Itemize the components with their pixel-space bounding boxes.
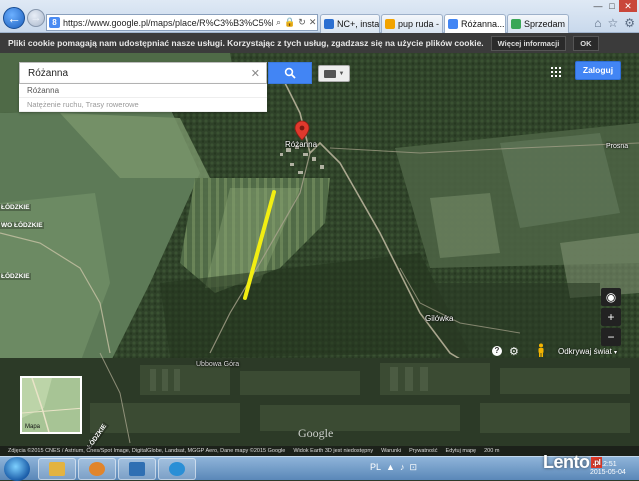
minimap-label: Mapa [25, 424, 41, 430]
suggestion-item[interactable]: Różanna [19, 84, 267, 98]
watermark-suffix: .pl [590, 457, 603, 468]
tab-pup-ruda[interactable]: pup ruda - ... [381, 14, 443, 33]
tab-rozanna[interactable]: Różanna... ✕ [444, 14, 506, 33]
settings-gear-icon[interactable]: ⚙ [509, 345, 519, 358]
chevron-down-icon: ▾ [614, 350, 618, 356]
gear-icon[interactable]: ⚙ [624, 16, 635, 30]
system-tray: PL ▲ ♪ ⊡ [370, 462, 417, 473]
imagery-credit: Zdjęcia ©2015 CNES / Astrium, Cnes/Spot … [8, 448, 286, 454]
google-favicon-icon: 8 [49, 17, 60, 28]
road-label: ŁÓDZKIE [0, 204, 31, 211]
satellite-map[interactable]: ✕ Różanna Natężenie ruchu, Trasy rowerow… [0, 53, 639, 456]
lock-icon: 🔒 [284, 17, 296, 27]
minimap[interactable]: Mapa [20, 376, 82, 434]
media-player-icon [89, 462, 105, 476]
keyboard-icon [323, 69, 336, 78]
location-icon: ◉ [605, 290, 617, 304]
home-icon[interactable]: ⌂ [594, 16, 601, 30]
refresh-icon[interactable]: ↻ [298, 17, 306, 28]
address-bar[interactable]: 8 https://www.google.pl/maps/place/R%C3%… [46, 14, 318, 31]
browser-tools: ⌂ ☆ ⚙ [594, 16, 635, 30]
town-label[interactable]: Różanna [285, 140, 317, 149]
folder-icon [49, 462, 65, 476]
back-button[interactable]: ← [3, 7, 25, 29]
search-input[interactable] [28, 67, 248, 79]
explore-world-button[interactable]: Odkrywaj świat ▾ [558, 347, 617, 356]
suggestion-item[interactable]: Natężenie ruchu, Trasy rowerowe [19, 98, 267, 112]
terms-link[interactable]: Warunki [381, 448, 401, 454]
minimize-icon[interactable]: — [591, 0, 605, 12]
pegman-icon[interactable] [537, 343, 545, 357]
tab-nc-plus[interactable]: NC+, instal... [320, 14, 380, 33]
privacy-link[interactable]: Prywatność [409, 448, 437, 454]
lento-watermark: Lento .pl [543, 452, 603, 473]
start-button[interactable] [4, 457, 30, 481]
search-button[interactable] [268, 62, 312, 84]
taskbar-app-window[interactable] [118, 458, 156, 480]
tray-expand-icon[interactable]: ▲ [386, 462, 395, 473]
tab-label: NC+, instal... [337, 19, 380, 29]
window-close-icon[interactable]: ✕ [619, 0, 637, 12]
search-box[interactable]: ✕ [19, 62, 267, 84]
taskbar-app-ie[interactable] [158, 458, 196, 480]
satellite-imagery [0, 53, 639, 456]
map-controls: ◉ + − [601, 288, 621, 348]
search-icon [284, 67, 296, 79]
close-icon[interactable]: ✕ [309, 17, 317, 28]
road-label: WO ŁÓDZKIE [0, 222, 44, 229]
input-tools-button[interactable]: ▼ [318, 65, 350, 82]
browser-chrome: ← → 8 https://www.google.pl/maps/place/R… [0, 0, 639, 33]
more-info-button[interactable]: Więcej informacji [490, 35, 567, 51]
edit-map-link[interactable]: Edytuj mapę [446, 448, 477, 454]
taskbar-app-media[interactable] [78, 458, 116, 480]
cookie-text: Pliki cookie pomagają nam udostępniać na… [8, 38, 484, 48]
arrow-left-icon: ← [7, 10, 21, 26]
tab-label: Różanna... [461, 19, 505, 29]
language-indicator[interactable]: PL [370, 462, 381, 473]
arrow-right-icon: → [30, 12, 42, 24]
minus-icon: − [607, 330, 615, 344]
tab-favicon-icon [385, 19, 395, 29]
internet-explorer-icon [169, 462, 185, 476]
clear-icon[interactable]: ✕ [251, 67, 260, 80]
apps-grid-icon[interactable] [551, 67, 561, 77]
search-suggestions: Różanna Natężenie ruchu, Trasy rowerowe [19, 84, 267, 112]
star-icon[interactable]: ☆ [607, 16, 618, 30]
plus-icon: + [607, 310, 615, 324]
road-label: ŁÓDZKIE [0, 273, 31, 280]
signin-button[interactable]: Zaloguj [575, 61, 621, 80]
village-label[interactable]: Gilówka [425, 314, 453, 323]
volume-icon[interactable]: ♪ [400, 462, 405, 473]
tab-favicon-icon [511, 19, 521, 29]
tab-label: pup ruda - ... [398, 19, 442, 29]
watermark-text: Lento [543, 452, 590, 472]
taskbar-app-explorer[interactable] [38, 458, 76, 480]
tab-favicon-icon [448, 19, 458, 29]
scale-label: 200 m [484, 448, 500, 454]
address-text: https://www.google.pl/maps/place/R%C3%B3… [63, 17, 273, 28]
place-label-south[interactable]: Ubbowa Góra [196, 361, 239, 368]
window-controls: — □ ✕ [591, 0, 637, 12]
network-icon[interactable]: ⊡ [409, 462, 417, 473]
maximize-icon[interactable]: □ [605, 0, 619, 12]
google-logo: Google [298, 426, 334, 440]
my-location-button[interactable]: ◉ [601, 288, 621, 306]
earth-3d-note: Widok Earth 3D jest niedostępny [293, 448, 374, 454]
place-label-east[interactable]: Prosna [606, 143, 628, 150]
forward-button[interactable]: → [27, 9, 45, 27]
zoom-in-button[interactable]: + [601, 308, 621, 326]
cookie-bar: Pliki cookie pomagają nam udostępniać na… [0, 33, 639, 53]
help-icon[interactable]: ? [492, 346, 502, 356]
tab-sprzedam[interactable]: Sprzedam ... [507, 14, 569, 33]
explore-label-text: Odkrywaj świat [558, 347, 612, 356]
tab-favicon-icon [324, 19, 334, 29]
search-icon[interactable]: ⌕ [276, 17, 281, 28]
zoom-out-button[interactable]: − [601, 328, 621, 346]
tab-label: Sprzedam ... [524, 19, 568, 29]
chevron-down-icon: ▼ [338, 70, 345, 77]
window-icon [129, 462, 145, 476]
cookie-ok-button[interactable]: OK [573, 35, 599, 51]
